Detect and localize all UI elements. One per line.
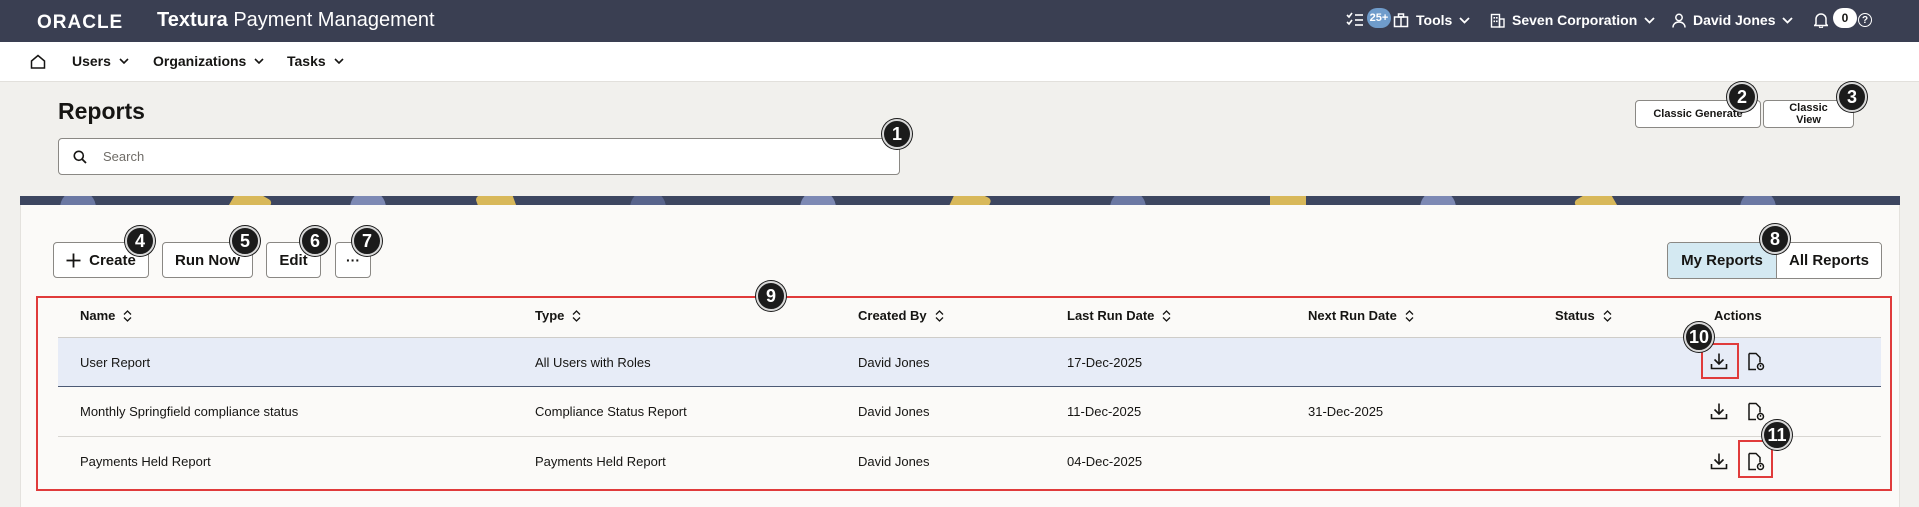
tasks-count-badge: 25+ — [1367, 8, 1391, 28]
column-header-last-run-date[interactable]: Last Run Date — [1067, 308, 1171, 323]
column-header-label: Status — [1555, 308, 1595, 323]
toolbox-icon — [1393, 13, 1409, 28]
column-header-label: Name — [80, 308, 116, 323]
column-header-label: Next Run Date — [1308, 308, 1397, 323]
row-name: Monthly Springfield compliance status — [80, 404, 299, 419]
search-field[interactable] — [58, 138, 900, 175]
callout-marker: 9 — [756, 281, 786, 311]
sort-icon — [123, 309, 132, 322]
search-input[interactable] — [103, 149, 803, 164]
row-created-by: David Jones — [858, 355, 930, 370]
row-type: All Users with Roles — [535, 355, 651, 370]
table-row[interactable] — [58, 338, 1881, 387]
nav-organizations[interactable]: Organizations — [153, 53, 264, 69]
plus-icon — [66, 253, 81, 267]
table-row[interactable] — [58, 438, 1881, 487]
notifications-count-badge: 0 — [1833, 8, 1857, 28]
callout-marker: 11 — [1762, 420, 1792, 450]
download-icon[interactable] — [1710, 402, 1728, 425]
callout-marker: 2 — [1727, 82, 1757, 112]
column-header-status[interactable]: Status — [1555, 308, 1612, 323]
sort-icon — [572, 309, 581, 322]
row-type: Payments Held Report — [535, 454, 666, 469]
create-label: Create — [89, 251, 136, 269]
search-icon — [73, 150, 87, 164]
user-name: David Jones — [1693, 12, 1776, 28]
product-name-rest: Payment Management — [227, 9, 435, 31]
top-header: ORACLE Textura Payment Management 25+ To… — [0, 0, 1919, 42]
home-icon[interactable] — [30, 54, 46, 74]
row-last-run-date: 04-Dec-2025 — [1067, 454, 1143, 469]
column-header-type[interactable]: Type — [535, 308, 581, 323]
row-next-run-date: 31-Dec-2025 — [1308, 404, 1384, 419]
nav-users-label: Users — [72, 53, 111, 69]
sort-icon — [1603, 309, 1612, 322]
table-row[interactable] — [58, 388, 1881, 437]
column-header-label: Last Run Date — [1067, 308, 1155, 323]
product-name: Textura Payment Management — [157, 9, 435, 32]
callout-marker: 10 — [1684, 322, 1714, 352]
main-navigation: Users Organizations Tasks — [0, 42, 1919, 82]
column-header-actions: Actions — [1714, 308, 1762, 323]
tools-menu[interactable]: Tools — [1393, 12, 1470, 28]
sort-icon — [1405, 309, 1414, 322]
callout-marker: 3 — [1837, 82, 1867, 112]
all-reports-tab[interactable]: All Reports — [1777, 243, 1881, 278]
chevron-down-icon — [1644, 16, 1655, 24]
chevron-down-icon — [119, 58, 129, 64]
column-header-created-by[interactable]: Created By — [858, 308, 944, 323]
row-type: Compliance Status Report — [535, 404, 687, 419]
callout-marker: 4 — [125, 226, 155, 256]
column-header-label: Actions — [1714, 308, 1762, 323]
sort-icon — [1162, 309, 1171, 322]
column-header-next-run-date[interactable]: Next Run Date — [1308, 308, 1414, 323]
row-created-by: David Jones — [858, 404, 930, 419]
column-header-label: Created By — [858, 308, 927, 323]
help-icon[interactable]: ? — [1858, 13, 1872, 27]
bell-icon[interactable] — [1812, 12, 1830, 33]
nav-tasks-label: Tasks — [287, 53, 326, 69]
callout-marker: 6 — [300, 226, 330, 256]
row-last-run-date: 11-Dec-2025 — [1067, 404, 1142, 419]
download-icon[interactable] — [1710, 452, 1728, 475]
page-title: Reports — [58, 98, 145, 124]
nav-users[interactable]: Users — [72, 53, 129, 69]
column-header-name[interactable]: Name — [80, 308, 132, 323]
callout-marker: 8 — [1760, 224, 1790, 254]
column-header-label: Type — [535, 308, 565, 323]
chevron-down-icon — [1459, 16, 1470, 24]
row-name: User Report — [80, 355, 151, 370]
user-menu[interactable]: David Jones — [1672, 12, 1794, 28]
oracle-logo[interactable]: ORACLE — [37, 12, 123, 34]
callout-marker: 7 — [352, 226, 382, 256]
company-label: Seven Corporation — [1512, 12, 1638, 28]
user-icon — [1672, 13, 1686, 28]
chevron-down-icon — [334, 58, 344, 64]
company-menu[interactable]: Seven Corporation — [1490, 12, 1655, 28]
building-icon — [1490, 13, 1505, 28]
nav-tasks[interactable]: Tasks — [287, 53, 344, 69]
row-created-by: David Jones — [858, 454, 930, 469]
chevron-down-icon — [1782, 16, 1794, 24]
row-last-run-date: 17-Dec-2025 — [1067, 355, 1143, 370]
nav-organizations-label: Organizations — [153, 53, 247, 69]
callout-marker: 5 — [230, 226, 260, 256]
chevron-down-icon — [254, 58, 264, 64]
my-reports-tab[interactable]: My Reports — [1668, 243, 1777, 278]
callout-marker: 1 — [882, 119, 912, 149]
tools-label: Tools — [1416, 12, 1453, 28]
sort-icon — [935, 309, 944, 322]
view-report-icon[interactable] — [1747, 402, 1765, 426]
row-name: Payments Held Report — [80, 454, 211, 469]
view-report-icon[interactable] — [1747, 352, 1765, 376]
task-list-icon[interactable] — [1346, 12, 1364, 33]
product-name-bold: Textura — [157, 9, 228, 31]
